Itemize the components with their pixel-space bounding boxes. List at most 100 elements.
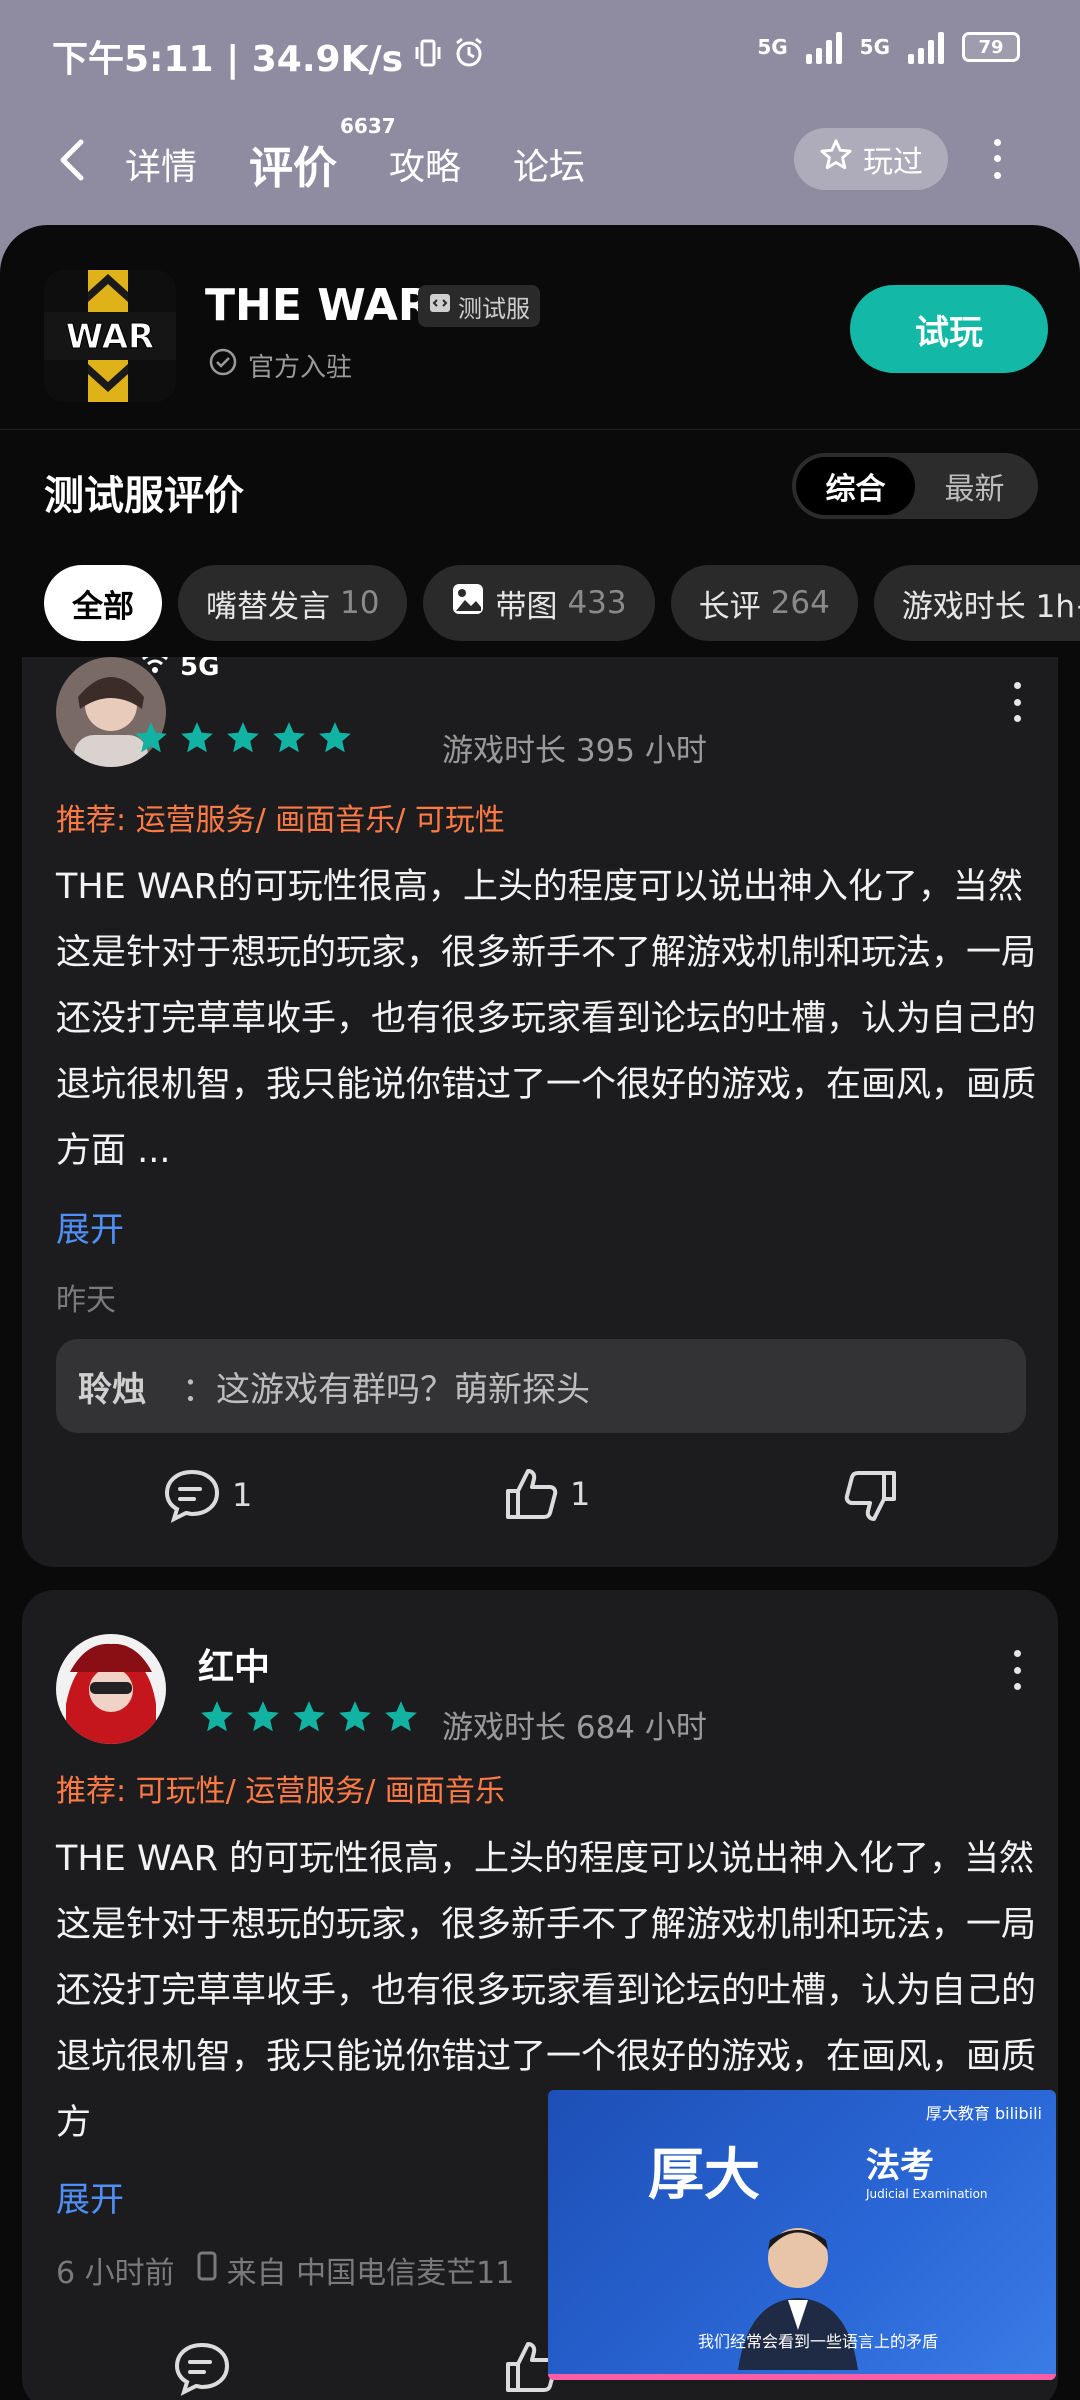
vibrate-icon: [413, 36, 443, 77]
check-circle-icon: [208, 347, 238, 384]
expand-link[interactable]: 展开: [56, 2172, 124, 2221]
filter-playtime[interactable]: 游戏时长 1h+: [873, 565, 1080, 641]
star-outline-icon: [819, 138, 853, 180]
filter-all-label: 全部: [72, 588, 134, 625]
expand-link[interactable]: 展开: [56, 1202, 124, 1251]
filter-quotable-label: 嘴替发言: [206, 588, 330, 625]
video-progress: [548, 2374, 1056, 2380]
sort-latest[interactable]: 最新: [915, 457, 1034, 515]
signal-icon: [805, 30, 842, 64]
comment-count: 1: [232, 1476, 253, 1514]
comment-icon: [174, 2342, 230, 2396]
star-icon: [135, 722, 167, 753]
star-icon: [247, 1701, 279, 1732]
svg-text:WAR: WAR: [66, 317, 154, 357]
review-time: 6 小时前 来自 中国电信麦芒11: [56, 2248, 514, 2292]
status-left: 下午5:11 | 34.9K/s: [52, 30, 485, 82]
reply-text: ：这游戏有群吗？萌新探头: [182, 1369, 590, 1410]
official-label: 官方入驻: [208, 347, 352, 384]
sort-overall[interactable]: 综合: [796, 457, 915, 515]
test-server-badge: 测试服: [418, 285, 540, 327]
video-exam: 法考 Judicial Examination: [866, 2138, 988, 2201]
filter-quotable-count: 10: [340, 585, 380, 621]
star-icon: [293, 1701, 325, 1732]
star-icon: [227, 722, 259, 753]
signal-icon-2: [908, 30, 944, 64]
test-server-label: 测试服: [458, 294, 530, 323]
official-text: 官方入驻: [248, 353, 353, 383]
dislike-button[interactable]: [842, 1467, 900, 1525]
battery-level: 79: [978, 36, 1004, 58]
recommend-tags: 推荐: 运营服务/ 画面音乐/ 可玩性: [56, 803, 505, 838]
sort-toggle: 综合 最新: [792, 453, 1038, 519]
image-icon: [451, 582, 485, 624]
game-header: WAR THE WAR 测试服 官方入驻 试玩: [0, 225, 1080, 430]
filter-long-label: 长评: [698, 588, 761, 625]
tab-details[interactable]: 详情: [125, 138, 197, 190]
thumbs-down-icon: [844, 1471, 896, 1521]
review-time-text: 6 小时前: [56, 2256, 175, 2291]
try-play-button[interactable]: 试玩: [850, 285, 1048, 373]
tab-guides[interactable]: 攻略: [389, 138, 461, 190]
back-icon[interactable]: [55, 138, 91, 194]
user-name[interactable]: 红中: [198, 1638, 270, 1690]
user-name[interactable]: 5G: [140, 657, 219, 682]
star-icon: [319, 722, 351, 753]
reply-user: 聆烛: [78, 1369, 146, 1410]
floating-video[interactable]: 厚大教育 bilibili 厚大 法考 Judicial Examination…: [548, 2090, 1056, 2380]
status-right: 5G 5G 79: [757, 30, 1020, 64]
star-icon: [181, 722, 213, 753]
status-time: 下午5:11 | 34.9K/s: [52, 39, 404, 80]
more-menu-icon[interactable]: [990, 134, 1004, 184]
review-time: 昨天: [56, 1275, 116, 1319]
video-exam-title: 法考: [866, 2146, 934, 2186]
filter-long-count: 264: [770, 585, 830, 621]
star-icon: [273, 722, 305, 753]
filter-all[interactable]: 全部: [44, 565, 162, 641]
video-logo: 厚大: [648, 2142, 760, 2208]
review-text[interactable]: THE WAR的可玩性很高，上头的程度可以说出神入化了，当然这是针对于想玩的玩家…: [56, 854, 1041, 1184]
top-nav: 详情 评价 攻略 论坛 6637 玩过: [0, 114, 1080, 200]
thumbs-up-icon: [506, 1469, 558, 1519]
network-label-2: 5G: [859, 35, 890, 59]
phone-icon: [197, 2251, 217, 2289]
filter-with-images-count: 433: [567, 585, 627, 621]
nav-tabs: 详情 评价 攻略 论坛: [125, 132, 585, 196]
review-card: 5G 游戏时长 395 小时 推荐: 运营服务/ 画面音乐/ 可玩性 THE W…: [22, 657, 1058, 1567]
video-subtitle: 我们经常会看到一些语言上的矛盾: [698, 2332, 939, 2351]
alarm-icon: [453, 36, 485, 77]
played-label: 玩过: [863, 145, 923, 180]
filter-with-images[interactable]: 带图 433: [423, 565, 655, 641]
play-time: 游戏时长 684 小时: [442, 1710, 707, 1746]
play-time: 游戏时长 395 小时: [442, 733, 707, 769]
tab-reviews[interactable]: 评价: [249, 132, 338, 196]
rating-stars: [132, 719, 354, 757]
status-bar: 下午5:11 | 34.9K/s 5G 5G 79: [0, 0, 1080, 110]
comment-button[interactable]: 1: [162, 1467, 252, 1523]
section-title: 测试服评价: [44, 473, 244, 519]
review-device: 来自 中国电信麦芒11: [226, 2256, 515, 2291]
video-brand: 厚大教育 bilibili: [925, 2104, 1042, 2123]
played-button[interactable]: 玩过: [794, 128, 948, 190]
avatar[interactable]: [56, 1634, 166, 1744]
tab-forum[interactable]: 论坛: [513, 138, 585, 190]
filter-with-images-label: 带图: [495, 588, 558, 625]
comment-button[interactable]: [172, 2340, 232, 2396]
network-label-1: 5G: [757, 35, 788, 59]
video-exam-en: Judicial Examination: [866, 2187, 988, 2201]
wifi-icon: [140, 657, 170, 682]
reply-preview[interactable]: 聆烛 ：这游戏有群吗？萌新探头: [56, 1339, 1026, 1433]
filter-playtime-label: 游戏时长 1h+: [901, 588, 1080, 625]
review-more-icon[interactable]: [1012, 1650, 1022, 1690]
battery-icon: 79: [962, 32, 1020, 62]
filter-long-review[interactable]: 长评 264: [670, 565, 858, 641]
filter-quotable[interactable]: 嘴替发言 10: [178, 565, 408, 641]
code-icon: [428, 291, 452, 321]
user-name-text: 5G: [180, 657, 220, 682]
rating-stars: [198, 1698, 420, 1736]
star-icon: [385, 1701, 417, 1732]
review-more-icon[interactable]: [1012, 682, 1022, 722]
review-time-text: 昨天: [56, 1283, 116, 1318]
game-logo: WAR: [44, 270, 176, 402]
like-button[interactable]: 1: [502, 1465, 590, 1523]
